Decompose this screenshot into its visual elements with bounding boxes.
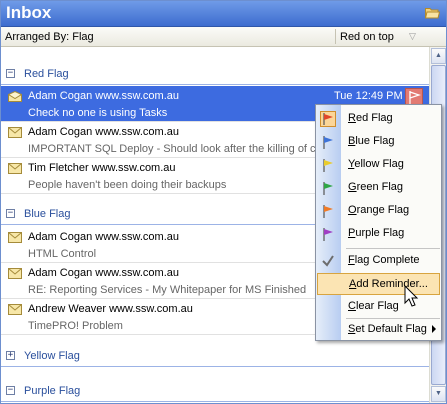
envelope-icon: [8, 232, 22, 243]
message-subject: TimePRO! Problem: [28, 320, 123, 332]
menu-item-clear-flag[interactable]: Clear Flag: [317, 296, 440, 318]
orange-flag-icon: [320, 203, 336, 219]
arrange-by-label[interactable]: Arranged By: Flag: [5, 31, 94, 43]
sort-arrow-icon[interactable]: ▽: [409, 31, 416, 42]
red-flag-icon: [409, 91, 421, 104]
message-subject: Check no one is using Tasks: [28, 107, 168, 119]
message-subject: People haven't been doing their backups: [28, 179, 227, 191]
menu-item-label: Flag Complete: [348, 254, 420, 266]
group-header-red-flag[interactable]: − Red Flag: [1, 63, 429, 85]
message-subject: HTML Control: [28, 248, 97, 260]
purple-flag-icon: [320, 226, 336, 242]
group-label: Blue Flag: [24, 208, 71, 220]
yellow-flag-icon: [320, 157, 336, 173]
menu-item-label: Orange Flag: [348, 204, 410, 216]
checkmark-icon: [320, 253, 336, 269]
message-time: Tue 12:49 PM: [334, 90, 403, 102]
column-divider: [335, 29, 336, 44]
menu-item-orange-flag[interactable]: Orange Flag: [317, 200, 440, 222]
collapse-icon[interactable]: −: [6, 386, 15, 395]
menu-item-label: Green Flag: [348, 181, 404, 193]
scroll-up-button[interactable]: ▲: [431, 48, 446, 64]
envelope-icon: [8, 127, 22, 138]
message-sender: Adam Cogan www.ssw.com.au: [28, 231, 180, 243]
menu-separator: [346, 248, 440, 249]
scroll-down-button[interactable]: ▼: [431, 386, 446, 402]
menu-item-red-flag[interactable]: Red Flag: [317, 108, 440, 130]
menu-item-label: Purple Flag: [348, 227, 405, 239]
mouse-pointer-icon: [404, 285, 419, 307]
red-flag-icon: [320, 111, 336, 127]
menu-item-set-default-flag[interactable]: Set Default Flag: [317, 319, 440, 341]
message-subject: IMPORTANT SQL Deploy - Should look after…: [28, 143, 328, 155]
menu-item-label: Red Flag: [348, 112, 393, 124]
message-sender: Andrew Weaver www.ssw.com.au: [28, 303, 193, 315]
menu-item-label: Blue Flag: [348, 135, 395, 147]
envelope-open-icon: [8, 91, 22, 102]
message-sender: Adam Cogan www.ssw.com.au: [28, 90, 180, 102]
menu-item-label: Yellow Flag: [348, 158, 404, 170]
envelope-icon: [8, 163, 22, 174]
menu-item-add-reminder[interactable]: Add Reminder...: [317, 273, 440, 295]
collapse-icon[interactable]: −: [6, 69, 15, 78]
envelope-icon: [8, 268, 22, 279]
group-header-purple-flag[interactable]: − Purple Flag: [1, 380, 429, 402]
menu-item-yellow-flag[interactable]: Yellow Flag: [317, 154, 440, 176]
blue-flag-icon: [320, 134, 336, 150]
group-header-yellow-flag[interactable]: + Yellow Flag: [1, 345, 429, 367]
message-sender: Adam Cogan www.ssw.com.au: [28, 126, 180, 138]
envelope-icon: [8, 304, 22, 315]
group-label: Red Flag: [24, 68, 69, 80]
title-bar: Inbox: [1, 1, 446, 27]
flag-context-menu: Red Flag Blue Flag Yellow Flag Green Fla…: [315, 104, 442, 341]
menu-item-flag-complete[interactable]: Flag Complete: [317, 250, 440, 272]
folder-open-icon[interactable]: [425, 6, 440, 19]
group-label: Purple Flag: [24, 385, 81, 397]
page-title: Inbox: [6, 3, 52, 22]
menu-item-label: Clear Flag: [348, 300, 399, 312]
collapse-icon[interactable]: −: [6, 209, 15, 218]
menu-item-purple-flag[interactable]: Purple Flag: [317, 223, 440, 245]
sort-order-label[interactable]: Red on top: [340, 31, 394, 43]
group-label: Yellow Flag: [24, 350, 80, 362]
menu-item-blue-flag[interactable]: Blue Flag: [317, 131, 440, 153]
menu-item-green-flag[interactable]: Green Flag: [317, 177, 440, 199]
menu-item-label: Set Default Flag: [348, 323, 427, 335]
arrange-by-bar[interactable]: Arranged By: Flag Red on top ▽: [1, 27, 446, 47]
expand-icon[interactable]: +: [6, 351, 15, 360]
message-sender: Tim Fletcher www.ssw.com.au: [28, 162, 176, 174]
green-flag-icon: [320, 180, 336, 196]
message-subject: RE: Reporting Services - My Whitepaper f…: [28, 284, 307, 296]
message-sender: Adam Cogan www.ssw.com.au: [28, 267, 180, 279]
submenu-arrow-icon: [432, 325, 436, 333]
